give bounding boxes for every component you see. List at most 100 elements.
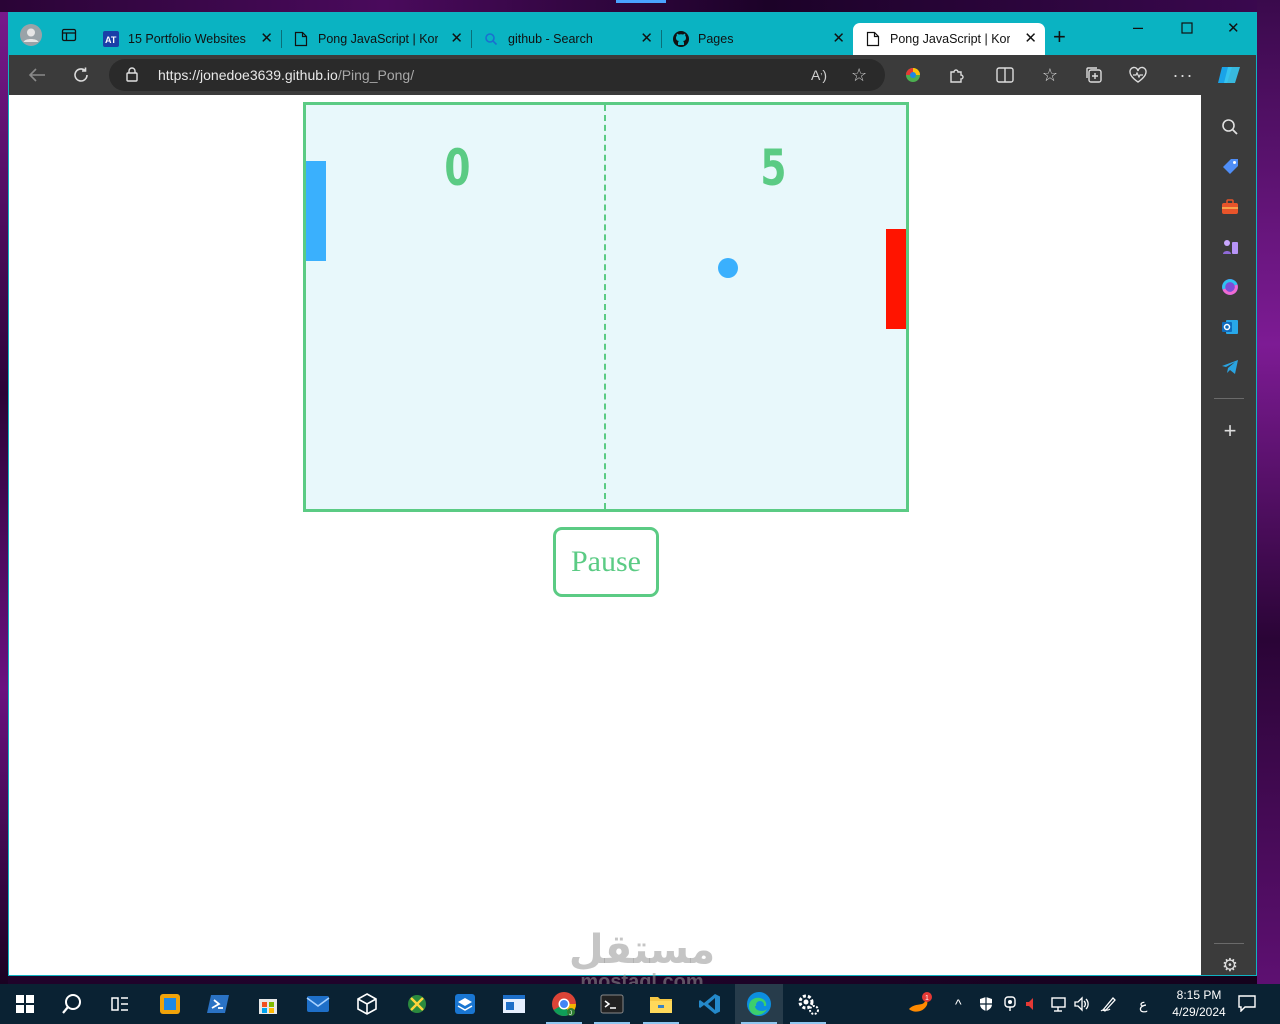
start-windows-icon[interactable]	[10, 989, 40, 1019]
svg-text:J: J	[569, 1011, 572, 1017]
show-hidden-icons-chevron-icon[interactable]: ^	[955, 996, 962, 1012]
desktop-wallpaper-right	[1257, 0, 1280, 984]
add-sidebar-app-icon[interactable]: +	[1218, 418, 1242, 443]
new-tab-icon[interactable]: +	[1053, 26, 1066, 48]
split-screen-icon[interactable]	[993, 63, 1017, 87]
outlook-icon[interactable]	[1218, 315, 1242, 339]
games-chess-icon[interactable]	[1218, 235, 1242, 259]
sidebar-search-icon[interactable]	[1218, 115, 1242, 139]
copilot-sidebar-icon[interactable]	[1218, 275, 1242, 299]
close-tab-icon[interactable]: ✕	[450, 31, 463, 47]
mail-icon[interactable]	[303, 989, 333, 1019]
tab-title: github - Search	[508, 32, 593, 46]
tab-actions-icon[interactable]	[57, 23, 81, 47]
tab-title: Pong JavaScript | Korsat	[318, 32, 438, 46]
microsoft-store-icon[interactable]	[253, 989, 283, 1019]
copilot-icon[interactable]	[1215, 63, 1243, 87]
clock-time: 8:15 PM	[1176, 988, 1222, 1002]
edge-sidebar: + ⚙	[1201, 95, 1256, 975]
close-tab-icon[interactable]: ✕	[1024, 31, 1037, 47]
snipping-tool-icon[interactable]	[402, 989, 432, 1019]
web-page: 0 5 Pause	[9, 95, 1201, 975]
tab-github-search[interactable]: github - Search ✕	[471, 23, 662, 55]
pen-workspace-icon[interactable]	[1100, 996, 1118, 1015]
edge-icon[interactable]	[744, 989, 774, 1019]
back-icon[interactable]	[25, 63, 49, 87]
sidebar-divider	[1214, 943, 1244, 944]
right-score: 5	[760, 139, 787, 197]
maximize-icon[interactable]	[1181, 21, 1193, 37]
telegram-icon[interactable]	[1218, 355, 1242, 379]
svg-text:AT: AT	[105, 35, 117, 45]
read-aloud-icon[interactable]: Aʼ)	[811, 67, 827, 83]
favorite-star-icon[interactable]: ☆	[851, 65, 867, 86]
extensions-puzzle-icon[interactable]	[945, 63, 969, 87]
virtualbox-icon[interactable]	[450, 989, 480, 1019]
page-icon	[293, 31, 309, 47]
chrome-icon[interactable]: J	[549, 989, 579, 1019]
task-view-icon[interactable]	[105, 989, 135, 1019]
3d-viewer-cube-icon[interactable]	[352, 989, 382, 1019]
vscode-icon[interactable]	[695, 989, 725, 1019]
close-tab-icon[interactable]: ✕	[260, 31, 273, 47]
tab-pong-javascript[interactable]: Pong JavaScript | Korsat ✕	[281, 23, 472, 55]
svg-text:1: 1	[925, 995, 929, 1002]
top-indicator	[616, 0, 666, 3]
left-paddle	[306, 161, 326, 261]
network-icon[interactable]	[1050, 996, 1068, 1015]
ball	[718, 258, 738, 278]
pause-button[interactable]: Pause	[553, 527, 659, 597]
tab-strip: AT 15 Portfolio Websites Fo ✕ Pong JavaS…	[9, 13, 1256, 55]
url-path: /Ping_Pong/	[337, 67, 415, 83]
browser-essentials-icon[interactable]	[1126, 63, 1150, 87]
audio-muted-icon[interactable]	[1024, 996, 1040, 1015]
tab-portfolio-websites[interactable]: AT 15 Portfolio Websites Fo ✕	[91, 23, 282, 55]
pong-board[interactable]: 0 5	[303, 102, 909, 512]
page-icon	[865, 31, 881, 47]
search-icon	[483, 31, 499, 47]
taskbar-search-icon[interactable]	[57, 989, 87, 1019]
at-logo-icon: AT	[103, 31, 119, 47]
taskbar-clock[interactable]: 8:15 PM 4/29/2024	[1164, 987, 1234, 1021]
more-options-icon[interactable]: ···	[1171, 63, 1195, 87]
github-icon	[673, 31, 689, 47]
browser-toolbar: https://jonedoe3639.github.io/Ping_Pong/…	[9, 55, 1256, 95]
window-close-icon[interactable]: ✕	[1227, 19, 1240, 37]
close-tab-icon[interactable]: ✕	[832, 31, 845, 47]
url-host: https://jonedoe3639.github.io	[158, 67, 338, 83]
file-explorer-icon[interactable]	[646, 989, 676, 1019]
lock-icon[interactable]	[126, 67, 138, 87]
sidebar-settings-gear-icon[interactable]: ⚙	[1218, 953, 1242, 975]
tray-app-notification-icon[interactable]: 1	[905, 989, 935, 1019]
tab-pages[interactable]: Pages ✕	[661, 23, 853, 55]
desktop-wallpaper-left	[0, 0, 8, 984]
settings-gear-icon[interactable]	[793, 989, 823, 1019]
left-score: 0	[444, 139, 471, 197]
windows-taskbar: J 1 ^ ع 8:15 PM 4/29/2024	[0, 984, 1280, 1024]
tools-briefcase-icon[interactable]	[1218, 195, 1242, 219]
webcam-icon[interactable]	[1003, 996, 1017, 1015]
url-text: https://jonedoe3639.github.io/Ping_Pong/	[158, 67, 414, 83]
remote-desktop-icon[interactable]	[155, 989, 185, 1019]
favorites-icon[interactable]: ☆	[1038, 63, 1062, 87]
address-bar[interactable]: https://jonedoe3639.github.io/Ping_Pong/…	[109, 59, 885, 91]
terminal-icon[interactable]	[597, 989, 627, 1019]
powershell-icon[interactable]	[203, 989, 233, 1019]
right-paddle	[886, 229, 906, 329]
notifications-icon[interactable]	[1238, 994, 1256, 1015]
minimize-icon[interactable]: –	[1133, 17, 1143, 38]
collections-icon[interactable]	[1082, 63, 1106, 87]
desktop-wallpaper-top	[0, 0, 1280, 12]
clock-date: 4/29/2024	[1172, 1005, 1226, 1019]
close-tab-icon[interactable]: ✕	[640, 31, 653, 47]
refresh-icon[interactable]	[69, 63, 93, 87]
extension-colorful-icon[interactable]	[901, 63, 925, 87]
input-language-indicator[interactable]: ع	[1139, 996, 1147, 1013]
profile-avatar-icon[interactable]	[19, 23, 43, 47]
volume-icon[interactable]	[1073, 996, 1091, 1015]
defender-shield-icon[interactable]	[978, 996, 994, 1015]
window-app-icon[interactable]	[499, 989, 529, 1019]
tab-pong-javascript-active[interactable]: Pong JavaScript | Korsat ✕	[853, 23, 1045, 55]
shopping-tag-icon[interactable]	[1218, 155, 1242, 179]
watermark-arabic: مستقل	[568, 927, 716, 973]
